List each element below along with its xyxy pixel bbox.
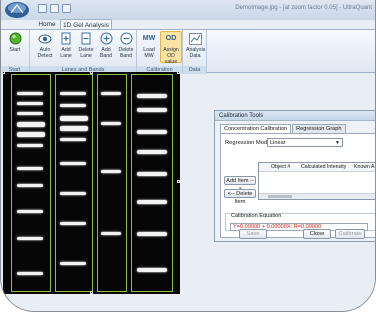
band[interactable] [17,112,43,115]
od-icon: OD [165,34,177,42]
delete-lane-button[interactable]: Delete Lane [77,32,95,59]
add-item-button[interactable]: Add Item --> [224,176,256,192]
load-mw-button[interactable]: MW Load MW [139,32,159,60]
assign-od-value-button[interactable]: OD Assign OD value [160,31,182,65]
quick-access-toolbar [38,4,71,13]
group-label-data: Data [183,66,206,74]
band[interactable] [17,184,43,187]
undo-icon[interactable] [50,4,59,13]
calibration-grid[interactable]: Object # Calculated Intensity Known A [258,162,376,200]
add-band-button[interactable]: Add Band [97,32,115,59]
dialog-tabs: Concentration Calibration Regression Gra… [220,124,347,133]
delete-band-icon [120,32,132,45]
resize-handle[interactable] [177,180,180,183]
band[interactable] [137,150,167,154]
title-bar: DemoImage.jpg - [at zoom factor 0.05] - … [0,0,376,20]
column-object-number: Object # [271,164,291,170]
close-button[interactable]: Close [303,229,331,239]
analysis-data-button[interactable]: Analysis Data [186,32,205,59]
band[interactable] [17,102,43,105]
band[interactable] [17,144,43,147]
resize-handle[interactable] [2,71,5,74]
add-band-icon [100,32,112,45]
band[interactable] [60,162,86,165]
auto-detect-button[interactable]: Auto Detect [35,32,55,59]
mw-icon: MW [142,34,156,42]
group-calibration: MW Load MW OD Assign OD value Calibratio… [137,30,183,74]
band[interactable] [60,104,86,107]
band[interactable] [137,94,167,98]
band[interactable] [137,108,167,112]
save-icon[interactable] [38,4,47,13]
calibration-equation-title: Calibration Equation [231,213,282,219]
lane-outline[interactable] [131,74,173,292]
band[interactable] [60,116,88,121]
band[interactable] [137,200,167,204]
band[interactable] [137,268,167,272]
eye-icon [38,34,52,43]
ribbon: Start Start Auto Detect Add Lane Delete … [0,29,376,74]
delete-lane-icon [81,32,91,45]
group-lanes-and-bands: Auto Detect Add Lane Delete Lane Add Ban… [30,30,137,74]
resize-handle[interactable] [90,71,93,74]
save-button[interactable]: Save [239,229,267,239]
band[interactable] [17,132,45,137]
band[interactable] [60,92,86,95]
band[interactable] [60,222,86,225]
column-known-amount: Known A [354,164,375,170]
app-window: DemoImage.jpg - [at zoom factor 0.05] - … [0,0,376,312]
band[interactable] [137,232,167,236]
band[interactable] [101,122,121,125]
grid-header: Object # Calculated Intensity Known A [259,163,376,172]
column-calculated-intensity: Calculated Intensity [301,164,347,170]
add-lane-button[interactable]: Add Lane [57,32,75,59]
delete-item-button[interactable]: <-- Delete Item [224,189,256,205]
tab-concentration-calibration[interactable]: Concentration Calibration [220,124,292,133]
band[interactable] [17,167,43,170]
scrollbar-thumb[interactable] [268,195,292,198]
lane-outline[interactable] [97,74,127,292]
band[interactable] [17,237,43,240]
resize-handle[interactable] [177,71,180,74]
band[interactable] [101,232,121,235]
band[interactable] [60,192,86,195]
dialog-body: Regression Model Linear ▼ Object # Calcu… [220,133,376,238]
chevron-down-icon: ▼ [335,140,340,146]
group-data: Analysis Data Data [183,30,207,74]
lane-outline[interactable] [11,74,51,292]
group-start: Start Start [0,30,30,74]
resize-handle[interactable] [90,291,93,294]
band[interactable] [17,92,43,95]
calibration-tools-dialog: Calibration Tools Concentration Calibrat… [214,110,376,242]
band[interactable] [137,130,167,134]
gel-image[interactable] [2,71,180,294]
band[interactable] [60,138,86,141]
start-button[interactable]: Start [6,32,24,53]
chart-icon [188,32,202,45]
tab-regression-graph[interactable]: Regression Graph [292,124,346,133]
calibrate-button[interactable]: Calibrate [335,229,365,239]
band[interactable] [101,170,121,173]
band[interactable] [17,122,45,127]
band[interactable] [60,126,88,131]
band[interactable] [17,210,43,213]
horizontal-scrollbar[interactable] [259,193,376,199]
delete-band-button[interactable]: Delete Band [117,32,135,59]
band[interactable] [17,272,43,275]
band[interactable] [137,172,167,176]
window-title: DemoImage.jpg - [at zoom factor 0.05] - … [235,5,372,11]
regression-model-select[interactable]: Linear ▼ [267,138,343,147]
regression-model-label: Regression Model [225,140,272,146]
dialog-title: Calibration Tools [215,111,375,121]
band[interactable] [101,92,121,95]
add-lane-icon [61,32,71,45]
green-circle-icon [9,32,21,45]
dropdown-icon[interactable] [62,4,71,13]
app-menu-icon[interactable] [4,1,30,19]
band[interactable] [60,262,86,265]
